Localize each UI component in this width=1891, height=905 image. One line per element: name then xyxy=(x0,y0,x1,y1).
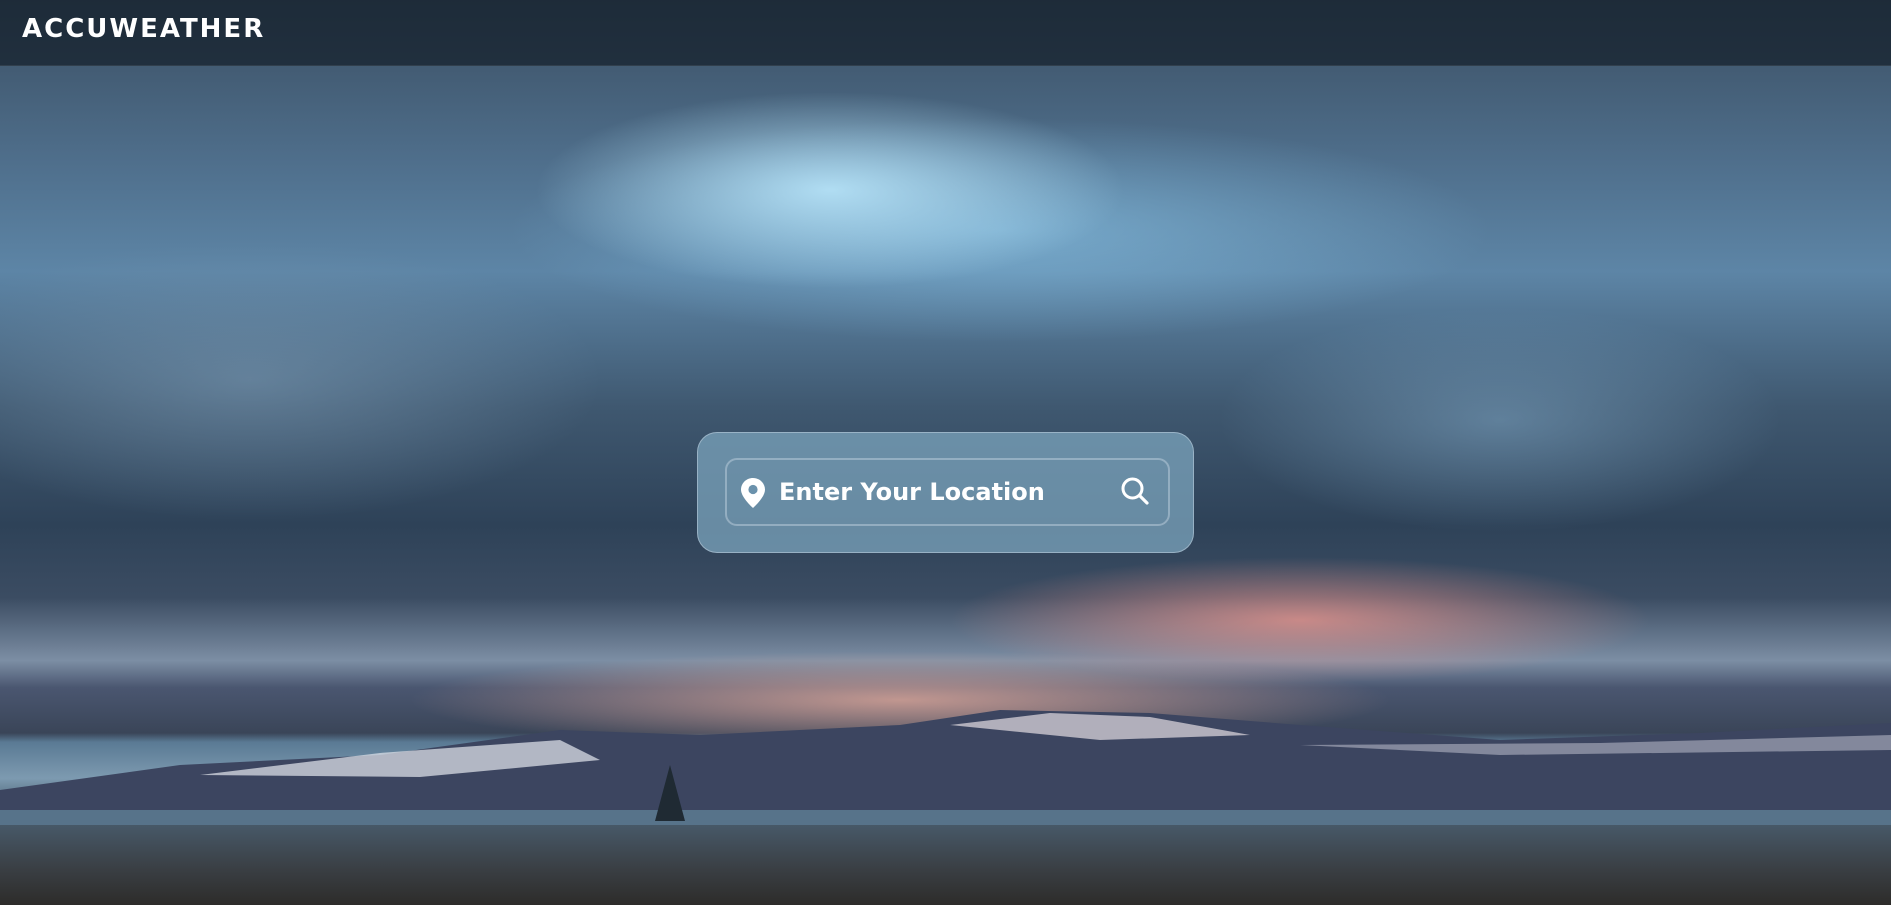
app-logo[interactable]: ACCUWEATHER xyxy=(22,14,265,44)
search-card: Enter Your Location xyxy=(697,432,1194,553)
location-search-field: Enter Your Location xyxy=(725,458,1170,526)
search-button[interactable] xyxy=(1117,474,1153,510)
background-landscape xyxy=(0,710,1891,825)
top-navbar: ACCUWEATHER xyxy=(0,0,1891,66)
location-input[interactable] xyxy=(779,470,1109,514)
map-pin-icon xyxy=(741,478,765,512)
magnifying-glass-icon xyxy=(1121,477,1149,505)
